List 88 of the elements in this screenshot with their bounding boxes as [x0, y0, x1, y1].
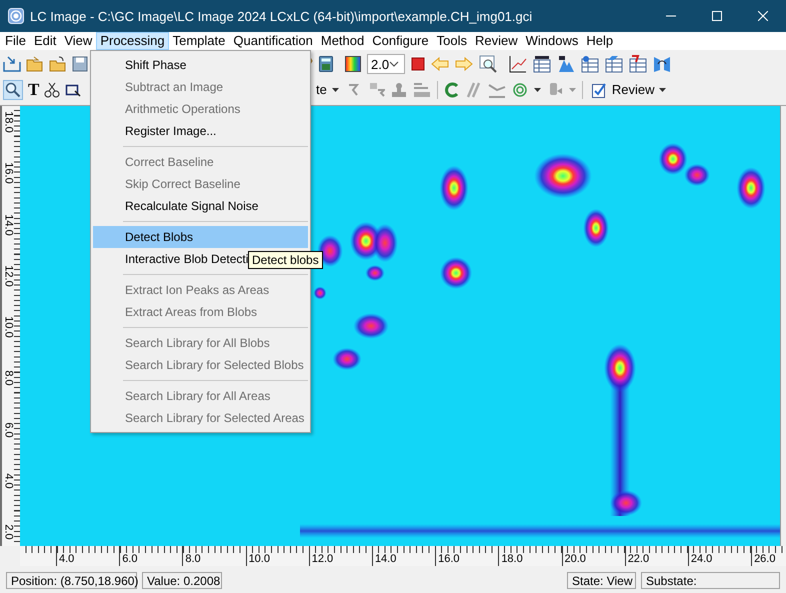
ruler-label: 4.0	[3, 473, 15, 489]
menu-bar-item[interactable]: Quantification	[229, 32, 317, 50]
line-chart-icon[interactable]	[509, 55, 528, 73]
peak-blob	[583, 208, 609, 248]
flip-icon[interactable]	[653, 55, 672, 73]
ruler-label: 4.0	[59, 553, 74, 565]
scissors-icon[interactable]	[44, 82, 60, 98]
peak-blob	[314, 286, 326, 300]
menu-item[interactable]: Recalculate Signal Noise	[93, 195, 308, 217]
tooltip: Detect blobs	[248, 251, 323, 269]
menu-item[interactable]: Register Image...	[93, 120, 308, 142]
table-icon[interactable]	[629, 55, 648, 73]
dropdown-button[interactable]: te	[314, 80, 341, 100]
ruler-label: 24.0	[690, 553, 712, 565]
window-title: LC Image - C:\GC Image\LC Image 2024 LCxLC (64-bit)\import\example.CH_img01.gci	[30, 8, 532, 24]
status-field: Position: (8.750,18.960)	[6, 572, 137, 588]
table-icon[interactable]	[605, 55, 624, 73]
peak-blob	[604, 344, 636, 392]
menu-bar-item[interactable]: Template	[168, 32, 230, 50]
table-icon[interactable]	[581, 55, 600, 73]
numbered-table-icon[interactable]	[533, 55, 552, 73]
ruler-label: 6.0	[122, 553, 138, 565]
ruler-label: 16.0	[3, 162, 15, 184]
review-button[interactable]: Review	[588, 80, 668, 100]
menu-bar-item[interactable]: Review	[470, 32, 522, 50]
text-tool-button[interactable]: T	[28, 80, 40, 98]
color-spectrum-icon[interactable]	[345, 56, 361, 72]
import-icon[interactable]	[3, 56, 21, 72]
ruler-label: 16.0	[438, 553, 460, 565]
peak-blob	[317, 235, 343, 267]
peak-blob	[440, 166, 468, 210]
menu-bar-item[interactable]: Tools	[432, 32, 471, 50]
status-field: Substate:	[641, 572, 780, 588]
ruler-label: 12.0	[312, 553, 334, 565]
peak-blob	[365, 265, 385, 281]
ruler-label: 6.0	[3, 422, 15, 438]
status-field: State: View	[567, 572, 636, 588]
maximize-icon[interactable]	[712, 11, 722, 21]
folder-icon[interactable]	[49, 56, 67, 72]
ruler-label: 14.0	[374, 553, 396, 565]
ruler-label: 8.0	[3, 370, 15, 386]
caret-icon[interactable]	[534, 88, 541, 92]
close-icon[interactable]	[758, 11, 768, 21]
zoom-window-icon[interactable]	[479, 55, 498, 73]
ruler-label: 10.0	[248, 553, 270, 565]
caret-icon[interactable]	[332, 88, 339, 92]
peak-blob	[332, 348, 362, 370]
target-icon[interactable]	[512, 82, 528, 98]
peak-blob	[353, 313, 389, 339]
caret-icon[interactable]	[659, 88, 666, 92]
peak-blob	[684, 164, 710, 186]
save-icon[interactable]	[72, 56, 88, 72]
peak-blob	[658, 143, 688, 175]
ruler-label: 14.0	[3, 214, 15, 236]
ruler-label: 20.0	[564, 553, 586, 565]
checklist-icon[interactable]	[590, 82, 607, 98]
ruler-label: 2.0	[3, 524, 15, 540]
zoom-tool-button[interactable]	[3, 80, 23, 100]
menu-bar-item[interactable]: View	[60, 32, 96, 50]
3d-chart-icon[interactable]	[557, 55, 576, 73]
status-field: Value: 0.2008	[142, 572, 222, 588]
ruler-label: 12.0	[3, 265, 15, 287]
open-folder-icon[interactable]	[26, 56, 44, 72]
menu-bar-item[interactable]: Windows	[522, 32, 582, 50]
ruler-label: 8.0	[185, 553, 201, 565]
peak-blob	[736, 167, 766, 209]
ruler-label: 18.0	[3, 111, 15, 133]
c-letter-icon[interactable]	[444, 82, 460, 98]
menu-bar-item[interactable]: File	[1, 32, 30, 50]
peak-blob	[372, 224, 398, 262]
app-icon	[8, 8, 24, 24]
peak-blob	[610, 490, 642, 516]
scale-combo-box[interactable]: 2.0	[367, 54, 406, 74]
menu-bar-item[interactable]: Method	[316, 32, 368, 50]
calculator-icon[interactable]	[319, 56, 333, 72]
ruler-label: 26.0	[754, 553, 776, 565]
ruler-label: 10.0	[3, 316, 15, 338]
menu-bar-item[interactable]: Processing	[96, 32, 169, 50]
ruler-label: 18.0	[501, 553, 523, 565]
stop-icon[interactable]	[411, 57, 426, 71]
ruler-label: 22.0	[628, 553, 650, 565]
menu-bar-item[interactable]: Edit	[30, 32, 60, 50]
peak-blob	[534, 154, 592, 198]
menu-bar-item[interactable]: Configure	[368, 32, 433, 50]
menu-item[interactable]: Detect Blobs	[93, 226, 308, 248]
peak-blob	[440, 257, 472, 289]
menu-item[interactable]: Shift Phase	[93, 54, 308, 76]
menu-bar-item[interactable]: Help	[582, 32, 618, 50]
